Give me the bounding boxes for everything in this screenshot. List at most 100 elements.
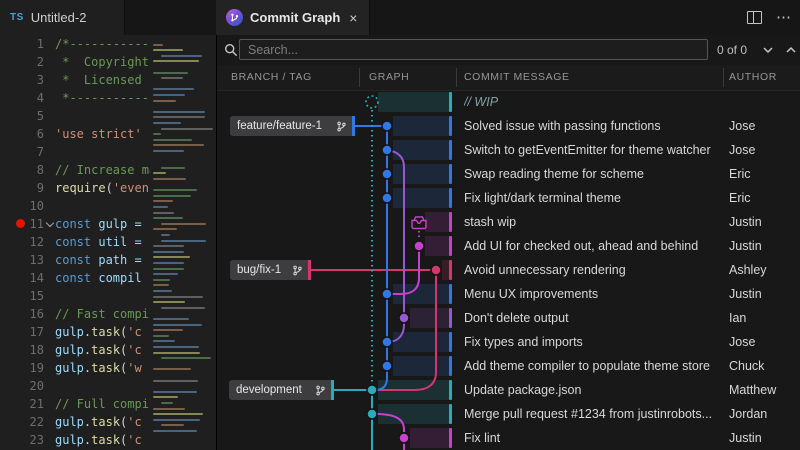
commit-author: Justin <box>729 234 762 258</box>
row-tint <box>393 356 449 376</box>
commit-color-bar <box>449 380 452 400</box>
commit-message: Fix lint <box>464 426 500 450</box>
branch-label-bug-fix-1[interactable]: bug/fix-1 <box>230 260 311 280</box>
column-branch-tag[interactable]: BRANCH / TAG <box>231 65 312 90</box>
commit-author: Eric <box>729 186 751 210</box>
commit-row[interactable]: Swap reading theme for scheme Eric <box>217 162 800 186</box>
commit-color-bar <box>449 164 452 184</box>
commit-message: Don't delete output <box>464 306 569 330</box>
commit-row[interactable]: Fix light/dark terminal theme Eric <box>217 186 800 210</box>
close-icon[interactable]: × <box>349 10 357 26</box>
search-result-count: 0 of 0 <box>717 35 747 65</box>
commit-author: Matthew <box>729 378 776 402</box>
row-tint <box>425 236 449 256</box>
split-editor-icon[interactable] <box>747 11 762 24</box>
commit-message: Merge pull request #1234 from justinrobo… <box>464 402 712 426</box>
commit-row[interactable]: Fix lint Justin <box>217 426 800 450</box>
line-number: 18 <box>0 341 44 359</box>
git-branch-icon <box>336 121 347 132</box>
row-tint <box>393 284 449 304</box>
commit-author: Justin <box>729 210 762 234</box>
commit-message: // WIP <box>464 90 498 114</box>
commit-message: Swap reading theme for scheme <box>464 162 644 186</box>
commit-color-bar <box>449 284 452 304</box>
line-number: 19 <box>0 359 44 377</box>
line-number: 12 <box>0 233 44 251</box>
line-number: 14 <box>0 269 44 287</box>
row-tint <box>393 140 449 160</box>
column-divider <box>456 68 457 87</box>
line-number: 22 <box>0 413 44 431</box>
minimap[interactable] <box>150 35 216 450</box>
column-commit-message[interactable]: COMMIT MESSAGE <box>464 65 570 90</box>
more-actions-icon[interactable]: ⋯ <box>776 0 792 35</box>
commit-row[interactable]: Fix types and imports Jose <box>217 330 800 354</box>
commit-graph-extension-icon <box>226 9 243 26</box>
branch-label-feature-1[interactable]: feature/feature-1 <box>230 116 355 136</box>
commit-author: Jordan <box>729 402 767 426</box>
commit-author: Eric <box>729 162 751 186</box>
commit-row[interactable]: Merge pull request #1234 from justinrobo… <box>217 402 800 426</box>
commit-message: Add theme compiler to populate theme sto… <box>464 354 710 378</box>
line-number: 5 <box>0 107 44 125</box>
commit-row[interactable]: Add UI for checked out, ahead and behind… <box>217 234 800 258</box>
commit-message: Add UI for checked out, ahead and behind <box>464 234 698 258</box>
column-divider <box>359 68 360 87</box>
commit-color-bar <box>449 404 452 424</box>
line-number: 3 <box>0 71 44 89</box>
line-number: 1 <box>0 35 44 53</box>
commit-row[interactable]: // WIP <box>217 90 800 114</box>
commit-author: Justin <box>729 282 762 306</box>
commit-row[interactable]: Don't delete output Ian <box>217 306 800 330</box>
commit-author: Chuck <box>729 354 764 378</box>
editor-actions: ⋯ <box>747 0 792 35</box>
commit-author: Jose <box>729 138 755 162</box>
tab-untitled-2[interactable]: TS Untitled-2 <box>0 0 125 35</box>
row-tint <box>378 92 449 112</box>
column-graph[interactable]: GRAPH <box>369 65 409 90</box>
commit-row[interactable]: stash wip Justin <box>217 210 800 234</box>
commit-row[interactable]: Switch to getEventEmitter for theme watc… <box>217 138 800 162</box>
commit-message: Update package.json <box>464 378 581 402</box>
commit-color-bar <box>449 212 452 232</box>
row-tint <box>393 332 449 352</box>
tab-commit-graph[interactable]: Commit Graph × <box>216 0 370 35</box>
line-number: 2 <box>0 53 44 71</box>
commit-color-bar <box>449 140 452 160</box>
row-tint <box>393 164 449 184</box>
code-editor[interactable]: 1/*----------------2 * Copyright (c)3 * … <box>0 35 216 450</box>
git-branch-icon <box>292 265 303 276</box>
commit-color-bar <box>449 356 452 376</box>
commit-author: Jose <box>729 114 755 138</box>
commit-color-bar <box>449 428 452 448</box>
search-input[interactable] <box>239 39 708 60</box>
row-tint <box>378 404 449 424</box>
commit-row[interactable]: Menu UX improvements Justin <box>217 282 800 306</box>
line-number: 16 <box>0 305 44 323</box>
commit-row[interactable]: Add theme compiler to populate theme sto… <box>217 354 800 378</box>
branch-label-development[interactable]: development <box>229 380 334 400</box>
commit-message: Solved issue with passing functions <box>464 114 661 138</box>
commit-message: Fix light/dark terminal theme <box>464 186 621 210</box>
chevron-down-icon[interactable] <box>762 45 774 55</box>
row-tint <box>378 380 449 400</box>
commit-color-bar <box>449 188 452 208</box>
row-tint <box>410 308 449 328</box>
commit-color-bar <box>449 92 452 112</box>
tab-title: Untitled-2 <box>31 10 87 25</box>
line-number: 21 <box>0 395 44 413</box>
row-tint <box>425 212 449 232</box>
tab-title: Commit Graph <box>250 10 340 25</box>
commit-message: stash wip <box>464 210 516 234</box>
fold-chevron-icon[interactable] <box>46 219 54 227</box>
line-number: 15 <box>0 287 44 305</box>
git-branch-icon <box>315 385 326 396</box>
commit-message: Avoid unnecessary rendering <box>464 258 626 282</box>
row-tint <box>442 260 449 280</box>
line-number: 7 <box>0 143 44 161</box>
column-author[interactable]: AUTHOR <box>729 65 777 90</box>
line-number: 20 <box>0 377 44 395</box>
commit-graph-panel: 0 of 0 BRANCH / TAG GRAPH COMMIT MESSAGE… <box>216 35 800 450</box>
commit-author: Justin <box>729 426 762 450</box>
chevron-up-icon[interactable] <box>785 45 797 55</box>
